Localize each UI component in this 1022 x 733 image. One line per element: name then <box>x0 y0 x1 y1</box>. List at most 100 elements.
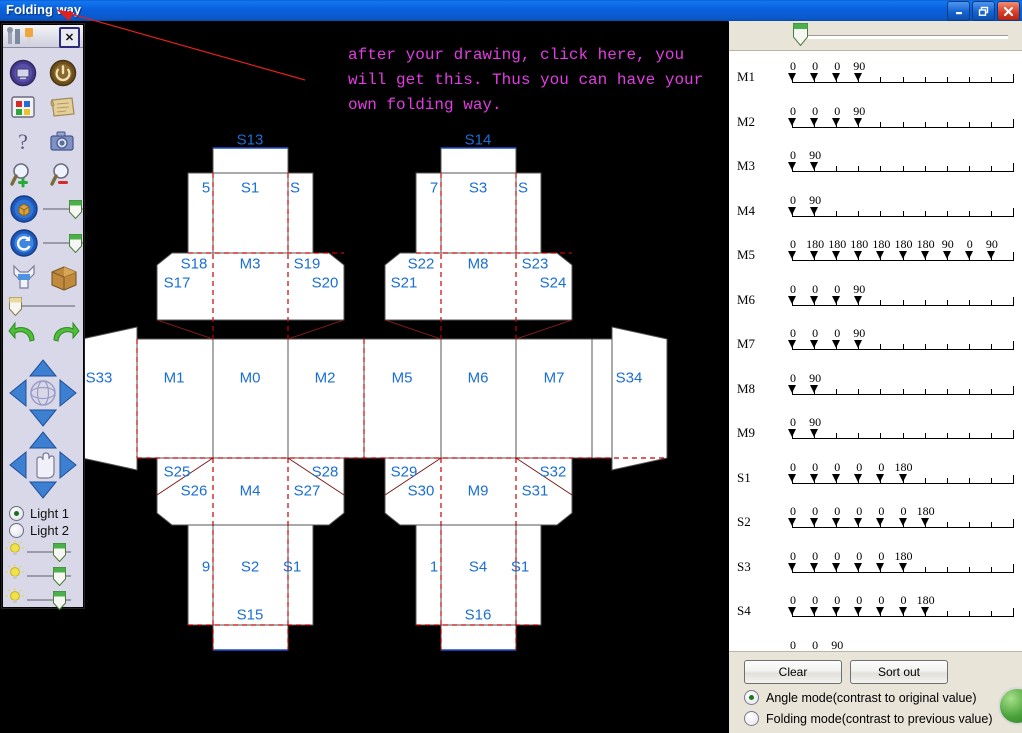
timeline-keyframe-marker[interactable] <box>898 251 907 259</box>
timeline-keyframe-marker[interactable] <box>832 518 841 526</box>
timeline-keyframe-marker[interactable] <box>810 607 819 615</box>
lamp-intensity-slider[interactable] <box>27 590 71 610</box>
timeline-keyframe-marker[interactable] <box>854 295 863 304</box>
redo-icon[interactable] <box>48 320 80 350</box>
timeline-keyframe-marker[interactable] <box>920 607 929 615</box>
timeline-keyframe-marker[interactable] <box>876 562 885 571</box>
timeline-keyframe-marker[interactable] <box>832 473 841 482</box>
timeline-keyframe-marker[interactable] <box>788 473 796 482</box>
light-1-radio[interactable] <box>9 506 24 521</box>
timeline-keyframe-marker[interactable] <box>832 562 841 571</box>
timeline-keyframe-marker[interactable] <box>832 117 841 126</box>
slider-handle[interactable] <box>69 234 82 254</box>
timeline-keyframe-marker[interactable] <box>788 518 796 526</box>
close-palette-button[interactable]: ✕ <box>59 27 80 48</box>
timeline-keyframe-marker[interactable] <box>810 162 819 170</box>
rotate-pad-icon[interactable] <box>3 354 83 432</box>
timeline-row[interactable]: S1 0 0 0 0 0 180 <box>729 452 1022 497</box>
angle-mode-option[interactable]: Angle mode(contrast to original value) <box>729 684 1022 705</box>
timeline-keyframe-marker[interactable] <box>854 117 863 126</box>
timeline-keyframe-marker[interactable] <box>898 518 907 526</box>
refresh-icon[interactable] <box>9 228 39 258</box>
angle-mode-radio[interactable] <box>744 690 759 705</box>
unfold-icon[interactable] <box>8 262 38 292</box>
slider-handle[interactable] <box>9 297 22 317</box>
timeline-row[interactable]: S2 0 0 0 0 0 0 180 <box>729 496 1022 541</box>
timeline-row[interactable]: S4 0 0 0 0 0 0 180 <box>729 585 1022 630</box>
timeline-row[interactable]: M6 0 0 0 90 <box>729 274 1022 319</box>
monitor-icon[interactable] <box>8 58 38 88</box>
light-1-option[interactable]: Light 1 <box>3 506 83 521</box>
help-icon[interactable]: ? <box>8 126 38 156</box>
undo-icon[interactable] <box>8 320 38 350</box>
palette-icon[interactable] <box>8 92 38 122</box>
timeline-keyframe-marker[interactable] <box>788 206 796 215</box>
frame-slider-bar[interactable] <box>729 21 1022 51</box>
timeline-keyframe-marker[interactable] <box>788 162 796 170</box>
timeline-keyframe-marker[interactable] <box>854 340 863 348</box>
timeline-keyframe-marker[interactable] <box>788 117 796 126</box>
render-quality-slider[interactable] <box>43 199 83 220</box>
zoom-out-icon[interactable] <box>48 160 78 190</box>
timeline-keyframe-marker[interactable] <box>854 562 863 571</box>
timeline-keyframe-marker[interactable] <box>854 73 863 81</box>
timeline-keyframe-marker[interactable] <box>810 473 819 482</box>
timeline-row[interactable]: M7 0 0 0 90 <box>729 318 1022 363</box>
timeline-row[interactable]: S3 0 0 0 0 0 180 <box>729 541 1022 586</box>
slider-handle[interactable] <box>53 542 66 562</box>
camera-icon[interactable] <box>48 126 78 156</box>
timeline-keyframe-marker[interactable] <box>854 518 863 526</box>
frame-slider-handle[interactable] <box>792 23 808 47</box>
timeline-keyframe-marker[interactable] <box>898 607 907 615</box>
drawing-canvas[interactable]: after your drawing, click here, you will… <box>0 21 728 733</box>
lamp-slider-2[interactable] <box>3 564 83 587</box>
timeline-keyframe-marker[interactable] <box>942 251 951 259</box>
timeline-keyframe-marker[interactable] <box>832 73 841 81</box>
clear-button[interactable]: Clear <box>744 660 842 684</box>
timeline-keyframe-marker[interactable] <box>788 562 796 571</box>
timeline-keyframe-marker[interactable] <box>810 562 819 571</box>
refresh-rate-slider[interactable] <box>43 233 83 254</box>
zoom-in-icon[interactable] <box>8 160 38 190</box>
timeline-keyframe-marker[interactable] <box>876 473 885 482</box>
timeline-keyframe-marker[interactable] <box>920 518 929 526</box>
restore-button[interactable] <box>972 1 995 21</box>
timeline-keyframe-marker[interactable] <box>832 295 841 304</box>
timeline-keyframe-marker[interactable] <box>876 607 885 615</box>
timeline-keyframe-marker[interactable] <box>810 73 819 81</box>
slider-handle[interactable] <box>53 566 66 586</box>
timeline-keyframe-marker[interactable] <box>898 473 907 482</box>
timeline-keyframe-marker[interactable] <box>832 340 841 348</box>
light-2-option[interactable]: Light 2 <box>3 523 83 538</box>
timeline-keyframe-marker[interactable] <box>788 251 796 259</box>
timeline-row[interactable]: M9 0 90 <box>729 407 1022 452</box>
lamp-intensity-slider[interactable] <box>27 566 71 586</box>
timeline-keyframe-marker[interactable] <box>854 607 863 615</box>
timeline-keyframe-marker[interactable] <box>810 206 819 215</box>
timeline-keyframe-marker[interactable] <box>810 429 819 437</box>
close-button[interactable] <box>997 1 1020 21</box>
timeline-keyframe-marker[interactable] <box>810 518 819 526</box>
timeline-keyframe-marker[interactable] <box>788 384 796 393</box>
timeline-keyframe-marker[interactable] <box>832 607 841 615</box>
lamp-slider-3[interactable] <box>3 588 83 611</box>
timeline-row[interactable]: M4 0 90 <box>729 185 1022 230</box>
timeline-keyframe-marker[interactable] <box>898 562 907 571</box>
timeline-keyframe-marker[interactable] <box>854 473 863 482</box>
timeline-keyframe-marker[interactable] <box>810 251 819 259</box>
minimize-button[interactable] <box>947 1 970 21</box>
timeline-keyframe-marker[interactable] <box>788 295 796 304</box>
timeline-row[interactable]: M5 0 180 180 180 180 180 180 90 0 90 <box>729 229 1022 274</box>
folding-mode-radio[interactable] <box>744 711 759 726</box>
timeline-keyframe-marker[interactable] <box>854 251 863 259</box>
timeline-keyframe-marker[interactable] <box>876 251 885 259</box>
timeline-row[interactable]: M8 0 90 <box>729 363 1022 408</box>
scroll-icon[interactable] <box>48 92 78 122</box>
timeline-row[interactable]: M1 0 0 0 90 <box>729 51 1022 96</box>
lamp-slider-1[interactable] <box>3 540 83 563</box>
timeline-keyframe-marker[interactable] <box>876 518 885 526</box>
timeline-keyframe-marker[interactable] <box>964 251 973 259</box>
timeline-keyframe-marker[interactable] <box>810 384 819 393</box>
box-icon[interactable] <box>48 262 78 292</box>
timeline-keyframe-marker[interactable] <box>788 340 796 348</box>
